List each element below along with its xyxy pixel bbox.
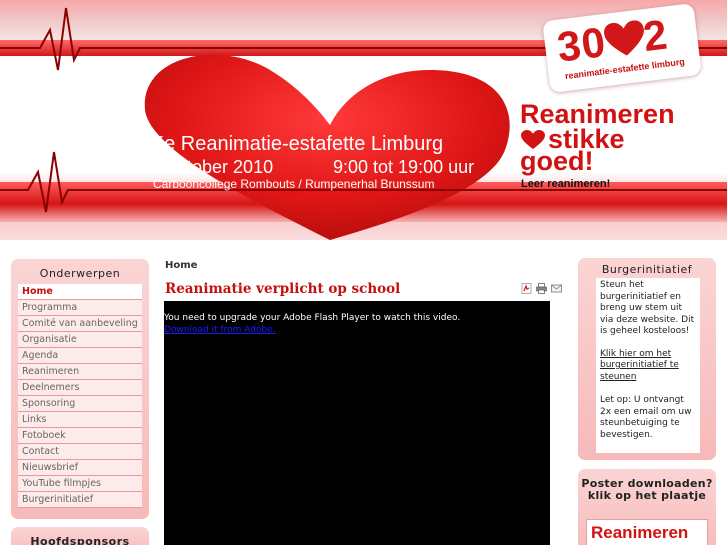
- menu-item-reanimeren[interactable]: Reanimeren: [18, 364, 142, 380]
- burgerinitiatief-text: Steun het burgerinitiatief en breng uw s…: [600, 280, 695, 336]
- breadcrumb[interactable]: Home: [165, 260, 197, 271]
- menu-item-comite[interactable]: Comité van aanbeveling: [18, 316, 142, 332]
- menu-item-contact[interactable]: Contact: [18, 444, 142, 460]
- menu-item-youtube[interactable]: YouTube filmpjes: [18, 476, 142, 492]
- menu-item-sponsoring[interactable]: Sponsoring: [18, 396, 142, 412]
- adobe-download-link[interactable]: Download it from Adobe.: [164, 325, 276, 335]
- poster-thumbnail[interactable]: Reanimeren: [586, 519, 708, 545]
- burgerinitiatief-note: Let op: U ontvangt 2x een email om uw st…: [600, 395, 692, 440]
- menu-item-burgerinitiatief[interactable]: Burgerinitiatief: [18, 492, 142, 508]
- menu-item-home[interactable]: Home: [18, 284, 142, 300]
- event-venue: Carbooncollege Rombouts / Rumpenerhal Br…: [153, 177, 435, 191]
- poster-thumbnail-text: Reanimeren: [591, 523, 689, 542]
- menu-item-organisatie[interactable]: Organisatie: [18, 332, 142, 348]
- menu-item-agenda[interactable]: Agenda: [18, 348, 142, 364]
- slogan-line-4: Leer reanimeren!: [521, 178, 611, 190]
- menu-item-fotoboek[interactable]: Fotoboek: [18, 428, 142, 444]
- topics-list: Home Programma Comité van aanbeveling Or…: [18, 284, 142, 508]
- slogan-line-3: goed!: [520, 146, 594, 176]
- topics-title: Onderwerpen: [39, 267, 121, 280]
- pdf-icon[interactable]: [521, 283, 532, 294]
- burgerinitiatief-box: Burgerinitiatief Steun het burgerinitiat…: [578, 258, 716, 460]
- event-title: 5e Reanimatie-estafette Limburg: [153, 133, 444, 155]
- logo-heart-icon: [604, 20, 644, 56]
- site-header: 5e Reanimatie-estafette Limburg 1 oktobe…: [0, 0, 727, 240]
- article-title: Reanimatie verplicht op school: [165, 281, 401, 297]
- poster-box: Poster downloaden? klik op het plaatje R…: [578, 469, 716, 545]
- print-icon[interactable]: [536, 283, 547, 294]
- video-player[interactable]: You need to upgrade your Adobe Flash Pla…: [164, 301, 550, 545]
- email-icon[interactable]: [551, 283, 562, 294]
- topics-menu: Onderwerpen Home Programma Comité van aa…: [11, 259, 149, 519]
- burgerinitiatief-title: Burgerinitiatief: [601, 263, 693, 276]
- flash-upgrade-message: You need to upgrade your Adobe Flash Pla…: [164, 313, 461, 323]
- menu-item-nieuwsbrief[interactable]: Nieuwsbrief: [18, 460, 142, 476]
- event-time: 9:00 tot 19:00 uur: [333, 157, 475, 177]
- sponsors-title: Hoofdsponsors: [30, 535, 130, 545]
- poster-title: Poster downloaden? klik op het plaatje: [581, 477, 713, 502]
- burgerinitiatief-link[interactable]: Klik hier om het burgerinitiatief te ste…: [600, 349, 696, 384]
- menu-item-programma[interactable]: Programma: [18, 300, 142, 316]
- menu-item-links[interactable]: Links: [18, 412, 142, 428]
- burgerinitiatief-content: Steun het burgerinitiatief en breng uw s…: [596, 278, 700, 453]
- sponsors-box: Hoofdsponsors: [11, 527, 149, 545]
- event-date: 1 oktober 2010: [153, 157, 274, 177]
- menu-item-deelnemers[interactable]: Deelnemers: [18, 380, 142, 396]
